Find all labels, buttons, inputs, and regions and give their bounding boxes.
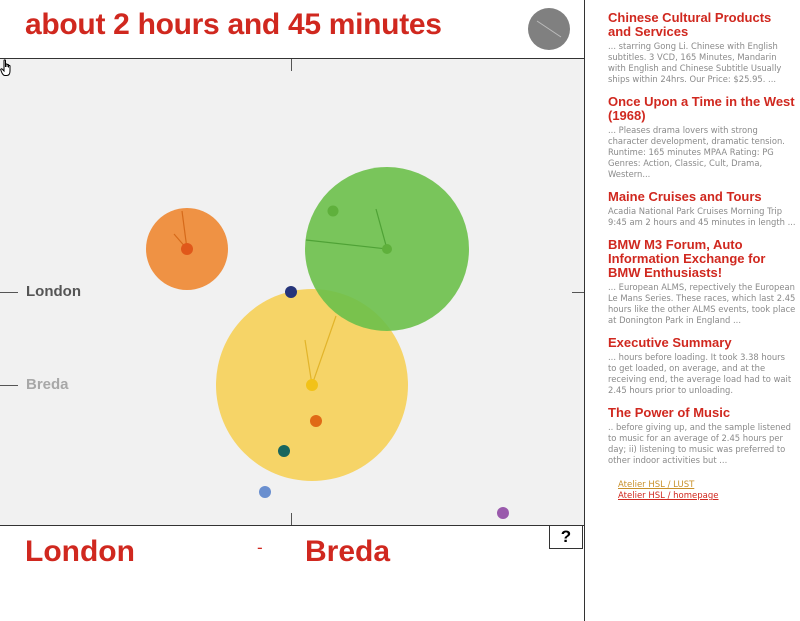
axis-tick-breda xyxy=(0,385,18,386)
axis-tick-bottom xyxy=(291,513,292,525)
result-title[interactable]: Once Upon a Time in the West (1968) xyxy=(608,95,796,123)
hand-pointer-icon xyxy=(0,59,11,76)
bubble-green[interactable] xyxy=(305,167,469,331)
axis-tick-top xyxy=(291,59,292,71)
result-title[interactable]: The Power of Music xyxy=(608,406,796,420)
dot-lightblue[interactable] xyxy=(259,486,271,498)
visualization-panel: about 2 hours and 45 minutes London Bred… xyxy=(0,0,584,621)
result-snippet: ... starring Gong Li. Chinese with Engli… xyxy=(608,41,782,84)
link-atelier-lust[interactable]: Atelier HSL / LUST xyxy=(618,480,796,491)
link-atelier-homepage[interactable]: Atelier HSL / homepage xyxy=(618,491,796,502)
dot-yellow[interactable] xyxy=(306,379,318,391)
origin-city: London xyxy=(25,535,135,568)
result-item: Maine Cruises and Tours Acadia National … xyxy=(608,190,796,228)
result-title[interactable]: Maine Cruises and Tours xyxy=(608,190,796,204)
result-snippet: ... Pleases drama lovers with strong cha… xyxy=(608,125,785,179)
help-button[interactable]: ? xyxy=(549,526,583,549)
result-item: BMW M3 Forum, Auto Information Exchange … xyxy=(608,238,796,326)
bubble-orange[interactable] xyxy=(146,208,228,290)
result-snippet: Acadia National Park Cruises Morning Tri… xyxy=(608,206,796,227)
result-item: Once Upon a Time in the West (1968) ... … xyxy=(608,95,796,180)
clock-icon[interactable] xyxy=(528,8,570,50)
dot-purple[interactable] xyxy=(497,507,509,519)
axis-label-london: London xyxy=(26,283,81,300)
result-item: Chinese Cultural Products and Services .… xyxy=(608,11,796,85)
footer-links: Atelier HSL / LUST Atelier HSL / homepag… xyxy=(618,480,796,502)
result-snippet: ... hours before loading. It took 3.38 h… xyxy=(608,352,792,395)
result-title[interactable]: Executive Summary xyxy=(608,336,796,350)
axis-tick-right xyxy=(572,292,584,293)
axis-label-breda: Breda xyxy=(26,376,69,393)
result-title[interactable]: BMW M3 Forum, Auto Information Exchange … xyxy=(608,238,796,280)
city-separator: - xyxy=(257,538,263,557)
dot-navy[interactable] xyxy=(285,286,297,298)
panel-divider xyxy=(584,0,585,621)
axis-tick-london xyxy=(0,292,18,293)
destination-city: Breda xyxy=(305,535,391,568)
result-item: The Power of Music .. before giving up, … xyxy=(608,406,796,466)
page-title: about 2 hours and 45 minutes xyxy=(25,8,442,41)
dot-teal[interactable] xyxy=(278,445,290,457)
result-title[interactable]: Chinese Cultural Products and Services xyxy=(608,11,796,39)
dot-orange[interactable] xyxy=(310,415,322,427)
result-snippet: ... European ALMS, repectively the Europ… xyxy=(608,282,796,325)
search-results: Chinese Cultural Products and Services .… xyxy=(608,11,796,502)
bubble-map[interactable]: London Breda xyxy=(0,58,584,526)
result-item: Executive Summary ... hours before loadi… xyxy=(608,336,796,396)
result-snippet: .. before giving up, and the sample list… xyxy=(608,422,791,465)
